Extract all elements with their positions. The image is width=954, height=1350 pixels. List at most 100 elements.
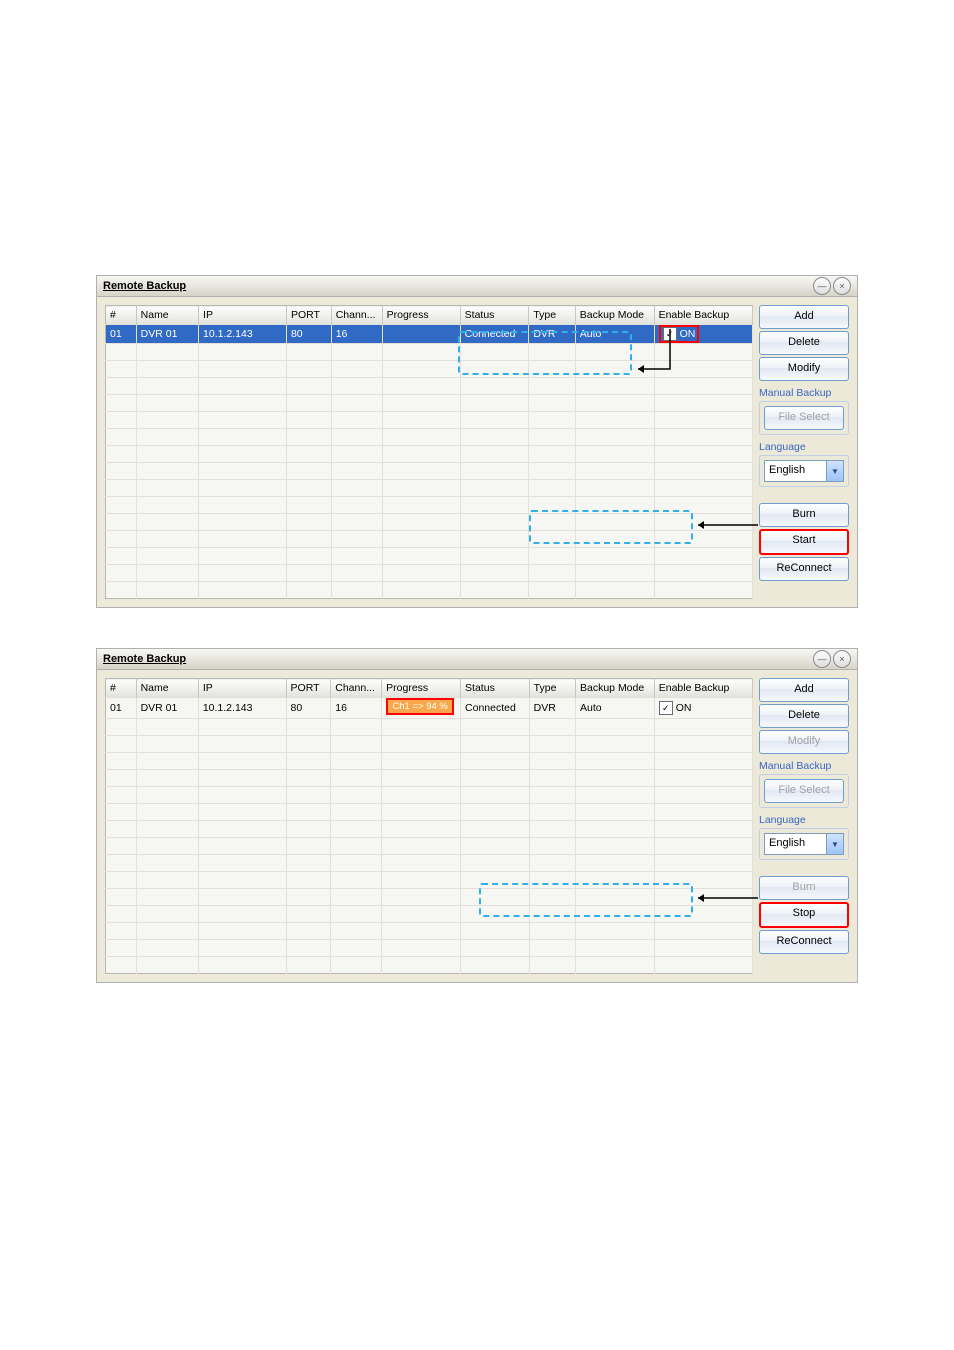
th-prog[interactable]: Progress bbox=[382, 306, 460, 325]
th-port[interactable]: PORT bbox=[286, 679, 331, 698]
table-row[interactable] bbox=[106, 821, 753, 838]
language-label: Language bbox=[759, 441, 849, 453]
modify-button[interactable]: Modify bbox=[759, 357, 849, 381]
table-row[interactable] bbox=[106, 923, 753, 940]
table-row[interactable] bbox=[106, 940, 753, 957]
table-row[interactable] bbox=[106, 395, 753, 412]
th-chan[interactable]: Chann... bbox=[331, 306, 382, 325]
enable-text: ON bbox=[680, 328, 696, 340]
table-row[interactable] bbox=[106, 446, 753, 463]
table-header-row: # Name IP PORT Chann... Progress Status … bbox=[106, 306, 753, 325]
th-name[interactable]: Name bbox=[136, 306, 198, 325]
table-row[interactable] bbox=[106, 480, 753, 497]
language-select[interactable]: English ▼ bbox=[764, 833, 844, 855]
table-row[interactable] bbox=[106, 855, 753, 872]
device-table: # Name IP PORT Chann... Progress Status … bbox=[105, 678, 753, 974]
language-label: Language bbox=[759, 814, 849, 826]
th-status[interactable]: Status bbox=[460, 306, 529, 325]
table-row[interactable] bbox=[106, 736, 753, 753]
file-select-button: File Select bbox=[764, 406, 844, 430]
th-port[interactable]: PORT bbox=[286, 306, 331, 325]
table-row[interactable] bbox=[106, 514, 753, 531]
th-prog[interactable]: Progress bbox=[382, 679, 461, 698]
delete-button[interactable]: Delete bbox=[759, 704, 849, 728]
table-row[interactable] bbox=[106, 582, 753, 599]
th-num[interactable]: # bbox=[106, 306, 137, 325]
th-mode[interactable]: Backup Mode bbox=[575, 306, 654, 325]
reconnect-button[interactable]: ReConnect bbox=[759, 930, 849, 954]
file-select-button: File Select bbox=[764, 779, 844, 803]
table-row[interactable] bbox=[106, 957, 753, 974]
th-mode[interactable]: Backup Mode bbox=[576, 679, 655, 698]
table-row[interactable]: 01 DVR 01 10.1.2.143 80 16 Ch1 => 94 % C… bbox=[106, 698, 753, 719]
titlebar: Remote Backup — × bbox=[97, 276, 857, 297]
table-row[interactable] bbox=[106, 378, 753, 395]
delete-button[interactable]: Delete bbox=[759, 331, 849, 355]
cell-type: DVR bbox=[529, 325, 575, 344]
stop-button[interactable]: Stop bbox=[759, 902, 849, 928]
table-row[interactable] bbox=[106, 889, 753, 906]
cell-status: Connected bbox=[461, 698, 530, 719]
table-row[interactable] bbox=[106, 838, 753, 855]
language-select[interactable]: English ▼ bbox=[764, 460, 844, 482]
cell-prog bbox=[382, 325, 460, 344]
chevron-down-icon[interactable]: ▼ bbox=[826, 461, 843, 481]
table-row[interactable] bbox=[106, 906, 753, 923]
manual-backup-group: File Select bbox=[759, 401, 849, 435]
add-button[interactable]: Add bbox=[759, 678, 849, 702]
close-icon[interactable]: × bbox=[833, 650, 851, 668]
chevron-down-icon[interactable]: ▼ bbox=[826, 834, 843, 854]
table-row[interactable] bbox=[106, 344, 753, 361]
table-row[interactable] bbox=[106, 872, 753, 889]
language-group: English ▼ bbox=[759, 455, 849, 487]
add-button[interactable]: Add bbox=[759, 305, 849, 329]
cell-ip: 10.1.2.143 bbox=[199, 325, 287, 344]
table-row[interactable] bbox=[106, 531, 753, 548]
th-enable[interactable]: Enable Backup bbox=[654, 306, 752, 325]
th-status[interactable]: Status bbox=[461, 679, 530, 698]
table-row[interactable] bbox=[106, 361, 753, 378]
enable-checkbox[interactable]: ✓ bbox=[663, 327, 677, 341]
table-row[interactable] bbox=[106, 463, 753, 480]
cell-mode: Auto bbox=[575, 325, 654, 344]
burn-button[interactable]: Burn bbox=[759, 503, 849, 527]
minimize-icon[interactable]: — bbox=[813, 277, 831, 295]
close-icon[interactable]: × bbox=[833, 277, 851, 295]
burn-button: Burn bbox=[759, 876, 849, 900]
th-enable[interactable]: Enable Backup bbox=[654, 679, 752, 698]
th-chan[interactable]: Chann... bbox=[331, 679, 382, 698]
table-row[interactable] bbox=[106, 804, 753, 821]
th-name[interactable]: Name bbox=[136, 679, 198, 698]
th-ip[interactable]: IP bbox=[199, 306, 287, 325]
table-row[interactable] bbox=[106, 565, 753, 582]
table-row[interactable] bbox=[106, 497, 753, 514]
language-value: English bbox=[765, 461, 826, 481]
enable-highlight: ✓ ON bbox=[659, 325, 700, 343]
cell-num: 01 bbox=[106, 698, 137, 719]
table-row[interactable] bbox=[106, 429, 753, 446]
table-row[interactable] bbox=[106, 412, 753, 429]
enable-checkbox[interactable]: ✓ bbox=[659, 701, 673, 715]
table-row[interactable]: 01 DVR 01 10.1.2.143 80 16 Connected DVR… bbox=[106, 325, 753, 344]
th-type[interactable]: Type bbox=[529, 679, 575, 698]
reconnect-button[interactable]: ReConnect bbox=[759, 557, 849, 581]
cell-chan: 16 bbox=[331, 698, 382, 719]
table-row[interactable] bbox=[106, 719, 753, 736]
side-panel: Add Delete Modify Manual Backup File Sel… bbox=[759, 678, 849, 954]
minimize-icon[interactable]: — bbox=[813, 650, 831, 668]
table-row[interactable] bbox=[106, 787, 753, 804]
th-num[interactable]: # bbox=[106, 679, 137, 698]
table-header-row: # Name IP PORT Chann... Progress Status … bbox=[106, 679, 753, 698]
cell-port: 80 bbox=[286, 698, 331, 719]
cell-type: DVR bbox=[529, 698, 575, 719]
start-button[interactable]: Start bbox=[759, 529, 849, 555]
table-row[interactable] bbox=[106, 548, 753, 565]
th-type[interactable]: Type bbox=[529, 306, 575, 325]
remote-backup-window-before: Remote Backup — × bbox=[96, 275, 858, 608]
table-row[interactable] bbox=[106, 770, 753, 787]
cell-port: 80 bbox=[286, 325, 331, 344]
table-row[interactable] bbox=[106, 753, 753, 770]
language-value: English bbox=[765, 834, 826, 854]
window-title: Remote Backup bbox=[103, 653, 186, 665]
th-ip[interactable]: IP bbox=[198, 679, 286, 698]
